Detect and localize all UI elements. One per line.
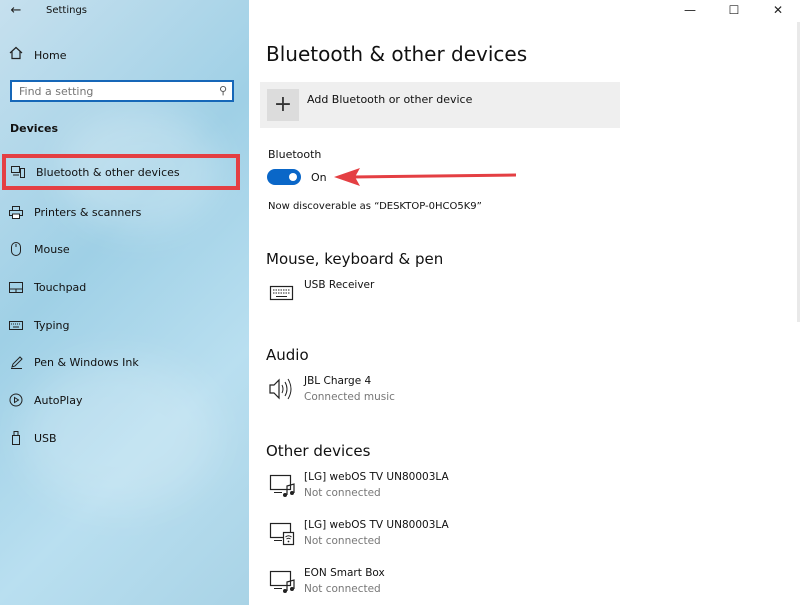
device-name: USB Receiver <box>304 279 375 291</box>
sidebar-item-label: Typing <box>34 318 70 332</box>
device-name: EON Smart Box <box>304 567 385 579</box>
sidebar-item-bluetooth[interactable]: Bluetooth & other devices <box>2 154 240 190</box>
keyboard-icon <box>9 318 23 332</box>
bluetooth-label: Bluetooth <box>268 148 322 161</box>
window-controls: — ☐ ✕ <box>668 0 800 22</box>
add-device-label: Add Bluetooth or other device <box>307 93 473 106</box>
search-box[interactable]: ⚲ <box>10 80 234 102</box>
sidebar-item-label: USB <box>34 431 57 445</box>
sidebar-item-autoplay[interactable]: AutoPlay <box>0 382 249 418</box>
device-status: Not connected <box>304 583 381 595</box>
bluetooth-devices-icon <box>11 165 25 179</box>
plus-icon: + <box>267 89 299 121</box>
media-device-icon <box>268 569 295 593</box>
section-title-devices: Devices <box>10 122 59 135</box>
back-arrow-icon[interactable]: ← <box>8 3 24 19</box>
speaker-icon <box>268 377 294 401</box>
close-button[interactable]: ✕ <box>756 0 800 22</box>
device-status: Connected music <box>304 391 395 403</box>
media-device-icon <box>268 473 295 497</box>
printer-icon <box>9 205 23 219</box>
search-input[interactable] <box>12 82 209 100</box>
wireless-display-icon <box>268 521 295 546</box>
sidebar-item-label: Pen & Windows Ink <box>34 355 139 369</box>
mouse-icon <box>9 242 23 256</box>
home-nav-item[interactable]: Home <box>8 46 66 64</box>
sidebar-item-label: Bluetooth & other devices <box>36 165 180 179</box>
pen-icon <box>9 355 23 369</box>
section-audio: Audio <box>266 346 309 364</box>
device-status: Not connected <box>304 487 381 499</box>
device-status: Not connected <box>304 535 381 547</box>
keyboard-icon <box>268 281 294 305</box>
device-name: JBL Charge 4 <box>304 375 372 387</box>
sidebar-item-label: Mouse <box>34 242 70 256</box>
search-icon[interactable]: ⚲ <box>219 84 227 97</box>
bluetooth-toggle[interactable] <box>267 169 301 185</box>
sidebar-item-usb[interactable]: USB <box>0 420 249 456</box>
sidebar-item-label: Printers & scanners <box>34 205 142 219</box>
bluetooth-state: On <box>311 171 327 184</box>
usb-icon <box>9 431 23 445</box>
add-device-button[interactable]: + Add Bluetooth or other device <box>260 82 620 128</box>
title-bar: ← Settings <box>0 0 249 22</box>
sidebar-item-pen[interactable]: Pen & Windows Ink <box>0 344 249 380</box>
home-label: Home <box>34 48 67 62</box>
home-icon <box>8 46 24 64</box>
discoverable-text: Now discoverable as “DESKTOP-0HCO5K9” <box>268 201 482 212</box>
app-title: Settings <box>46 5 88 16</box>
section-mouse-keyboard-pen: Mouse, keyboard & pen <box>266 250 444 268</box>
sidebar-item-mouse[interactable]: Mouse <box>0 231 249 267</box>
maximize-button[interactable]: ☐ <box>712 0 756 22</box>
annotation-arrow-icon <box>334 168 517 186</box>
sidebar-item-label: AutoPlay <box>34 393 83 407</box>
page-title: Bluetooth & other devices <box>266 42 528 66</box>
autoplay-icon <box>9 393 23 407</box>
sidebar: ← Settings Home ⚲ Devices Bluetooth & ot… <box>0 0 249 605</box>
section-other-devices: Other devices <box>266 442 371 460</box>
sidebar-item-printers[interactable]: Printers & scanners <box>0 194 249 230</box>
device-name: [LG] webOS TV UN80003LA <box>304 471 449 483</box>
sidebar-item-touchpad[interactable]: Touchpad <box>0 269 249 305</box>
touchpad-icon <box>9 280 23 294</box>
device-name: [LG] webOS TV UN80003LA <box>304 519 449 531</box>
minimize-button[interactable]: — <box>668 0 712 22</box>
sidebar-item-typing[interactable]: Typing <box>0 307 249 343</box>
sidebar-item-label: Touchpad <box>34 280 87 294</box>
